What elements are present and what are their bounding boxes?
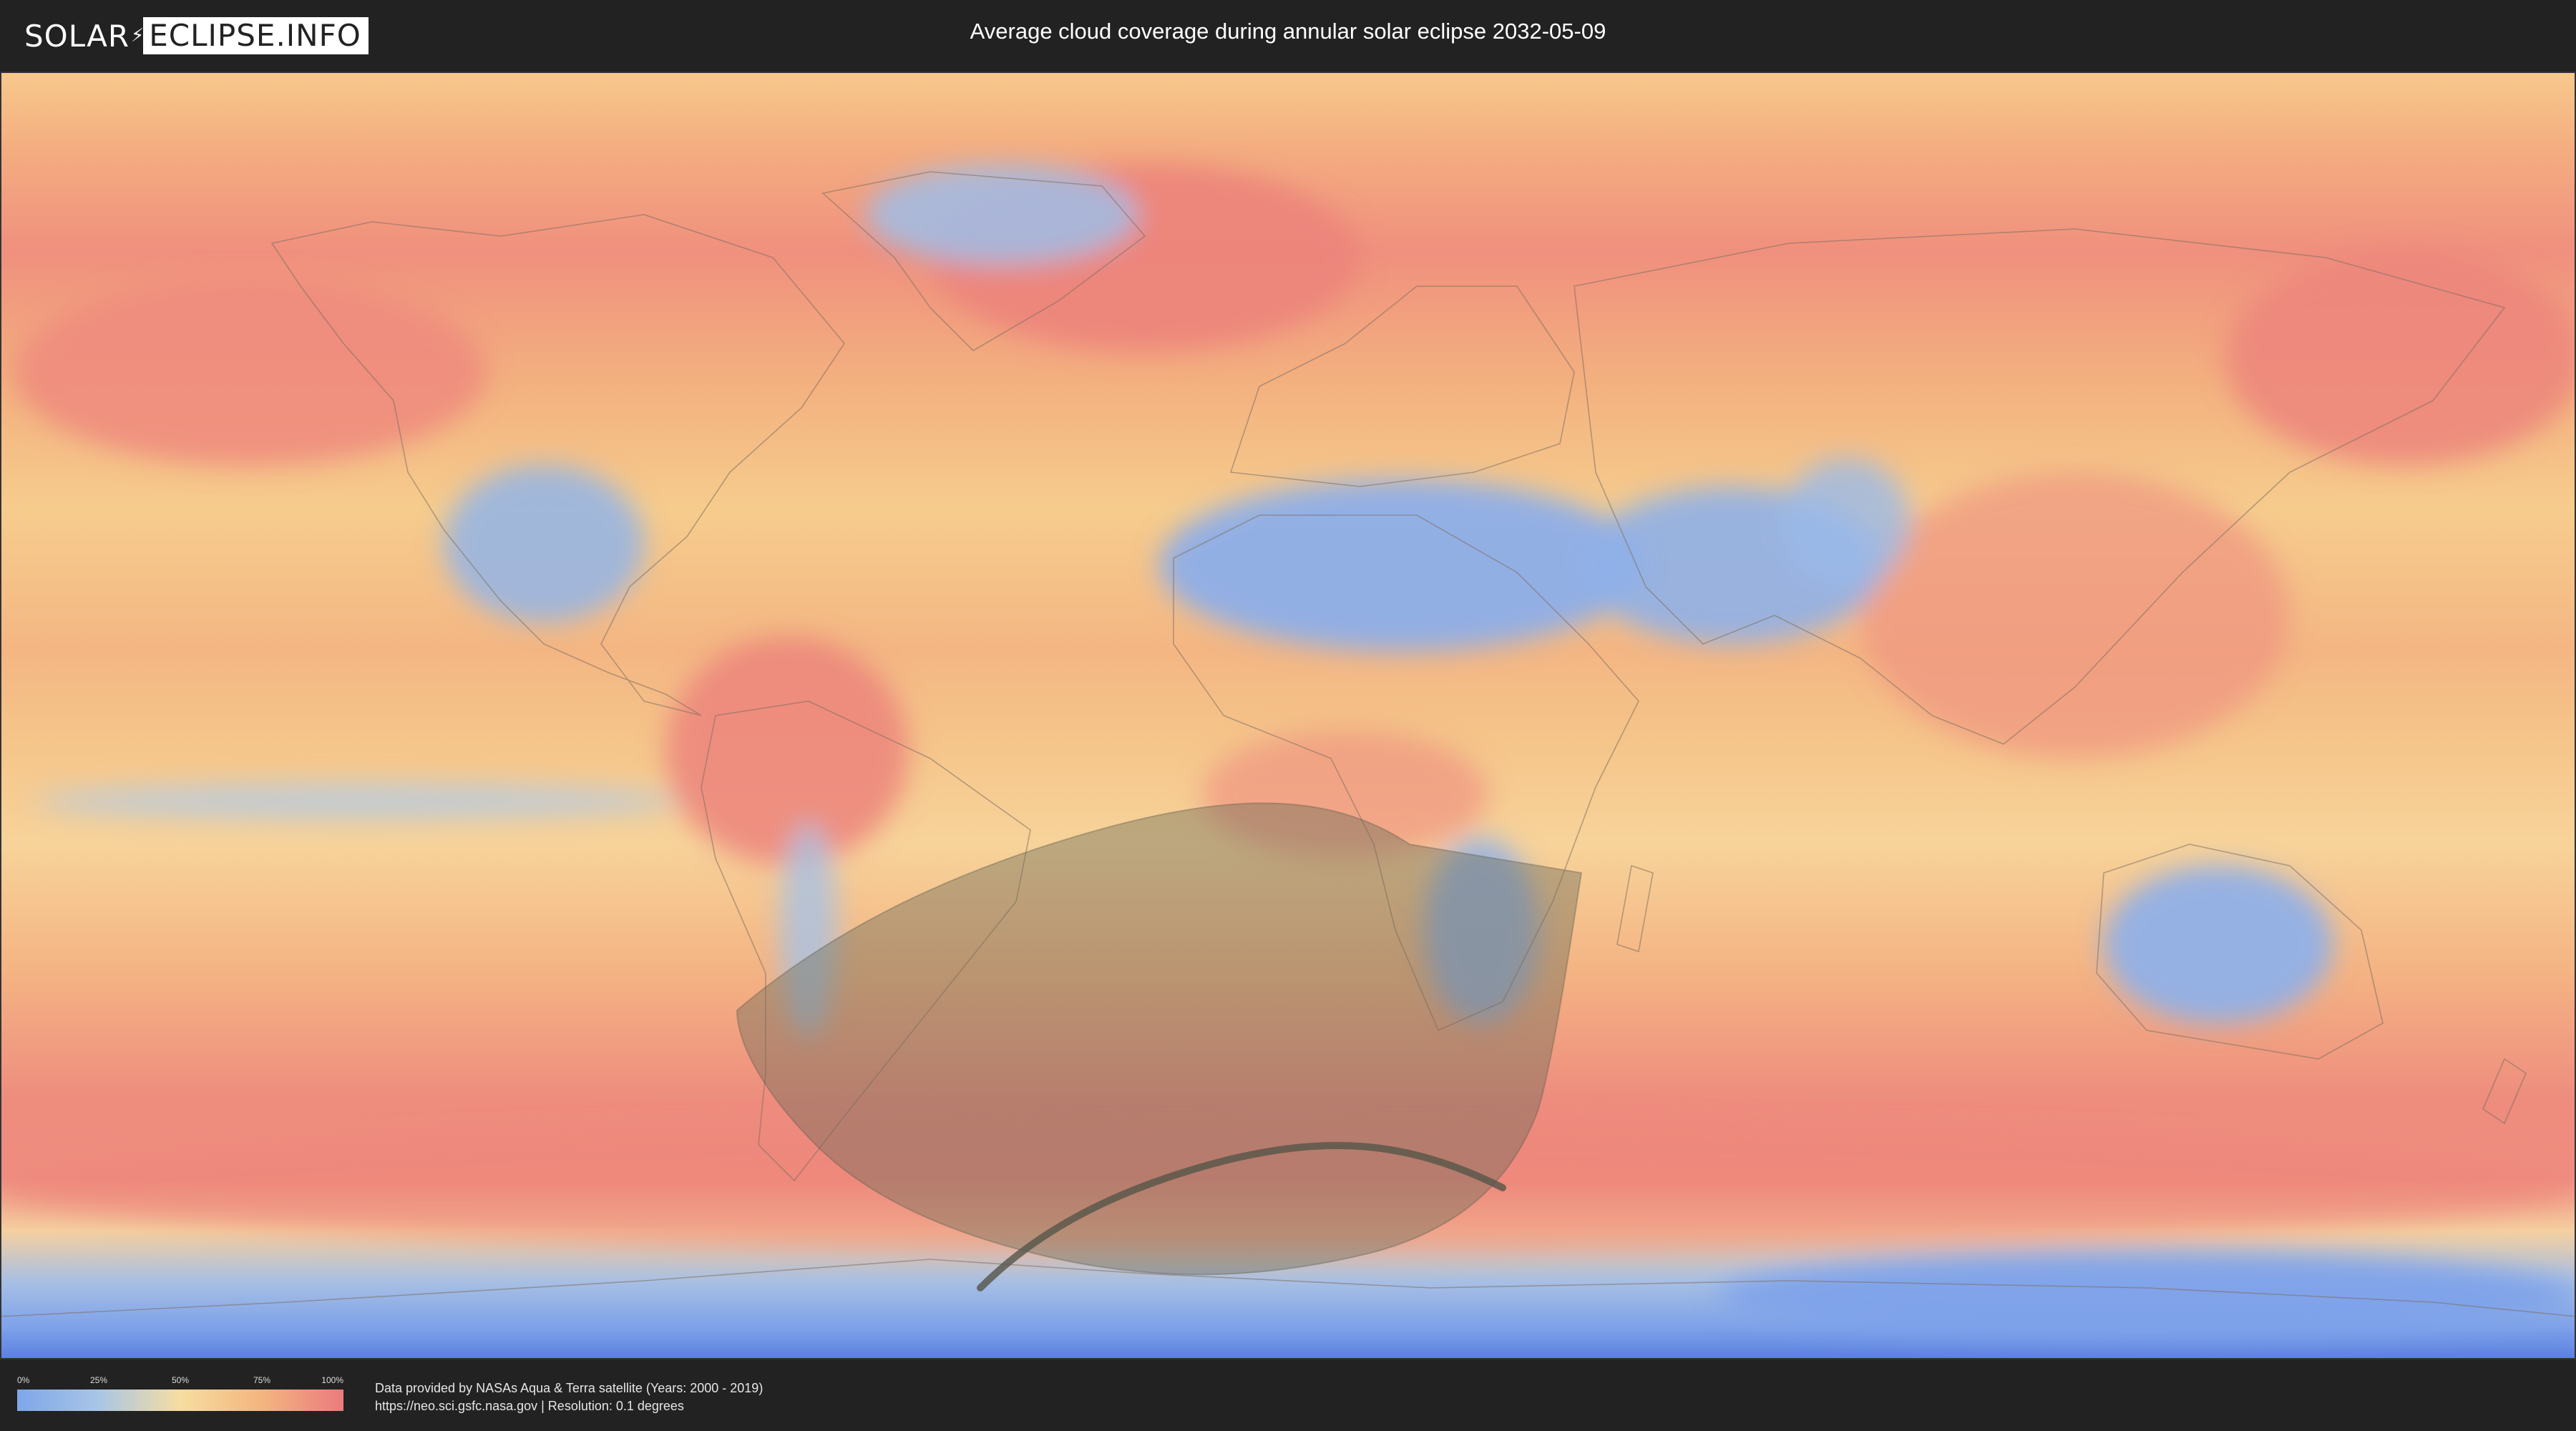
top-bar: SOLAR ⚡ ECLIPSE.INFO Average cloud cover… xyxy=(0,0,2576,72)
legend-tick-50: 50% xyxy=(171,1375,190,1385)
cloud-coverage-legend: 0% 25% 50% 75% 100% xyxy=(17,1375,343,1415)
data-credits: Data provided by NASAs Aqua & Terra sate… xyxy=(375,1379,763,1415)
cloud-coverage-map[interactable] xyxy=(0,72,2576,1359)
legend-tick-0: 0% xyxy=(17,1375,30,1385)
legend-tick-100: 100% xyxy=(321,1375,343,1385)
credits-url[interactable]: https://neo.sci.gsfc.nasa.gov | Resoluti… xyxy=(375,1397,763,1415)
legend-tick-75: 75% xyxy=(253,1375,271,1385)
legend-ticks: 0% 25% 50% 75% 100% xyxy=(17,1375,343,1388)
page-title: Average cloud coverage during annular so… xyxy=(970,19,1606,44)
legend-tick-25: 25% xyxy=(89,1375,108,1385)
credits-source: Data provided by NASAs Aqua & Terra sate… xyxy=(375,1381,763,1395)
legend-color-bar xyxy=(17,1390,343,1411)
